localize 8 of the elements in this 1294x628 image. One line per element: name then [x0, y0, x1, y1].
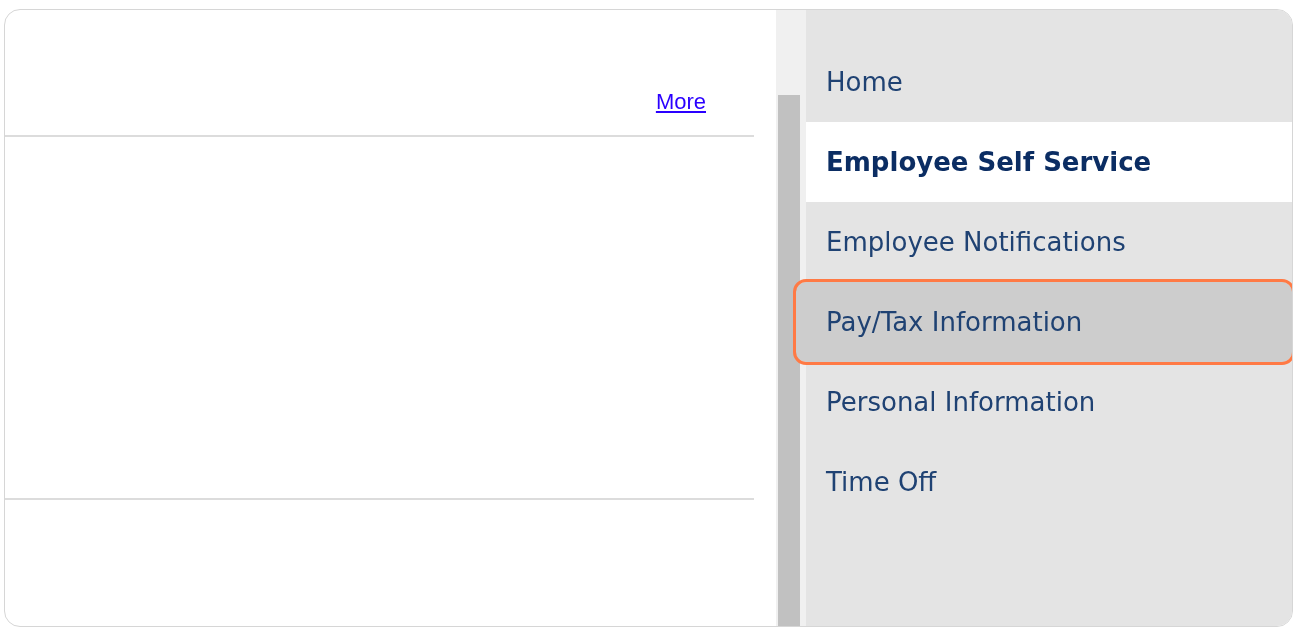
more-link[interactable]: More — [655, 85, 706, 118]
menu-item[interactable]: Personal Information — [806, 362, 1292, 442]
scrollbar-thumb[interactable] — [778, 95, 800, 626]
menu-item[interactable]: Employee Notifications — [806, 202, 1292, 282]
menu-item[interactable]: Home — [806, 42, 1292, 122]
menu-item[interactable]: Employee Self Service — [806, 122, 1292, 202]
menu-item[interactable]: Time Off — [806, 442, 1292, 522]
menu-item[interactable]: Pay/Tax Information — [796, 282, 1292, 362]
